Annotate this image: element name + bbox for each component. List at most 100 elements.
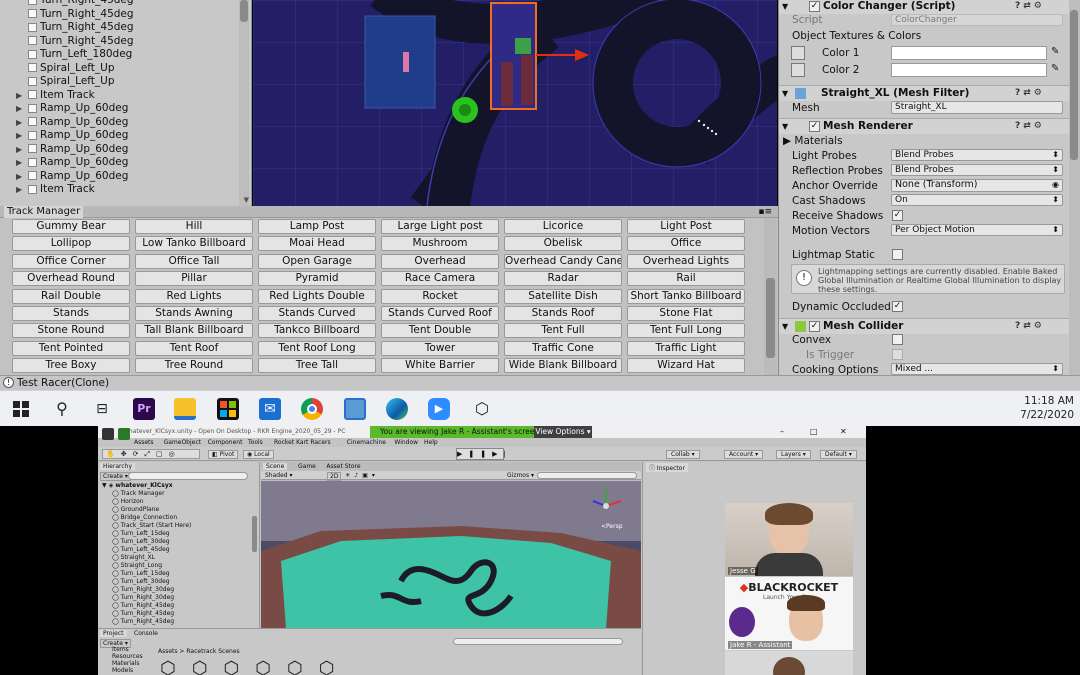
track-piece-button[interactable]: Moai Head (258, 236, 376, 252)
convex-checkbox[interactable] (892, 334, 903, 345)
shared-hierarchy-item[interactable]: ◯ GroundPlane (112, 506, 159, 513)
hierarchy-item[interactable]: ▶ Ramp_Up_60deg (0, 102, 240, 116)
shared-hierarchy-scroll-thumb[interactable] (252, 516, 257, 552)
hierarchy-item[interactable]: Turn_Left_180deg (0, 48, 240, 62)
scene-tab[interactable]: Asset Store (323, 463, 363, 470)
hierarchy-item[interactable]: Spiral_Left_Up (0, 62, 240, 76)
tab-track-manager[interactable]: Track Manager (4, 206, 84, 218)
shared-hierarchy-item[interactable]: ◯ Track_Start (Start Here) (112, 522, 191, 529)
track-piece-button[interactable]: Stands Curved (258, 306, 376, 321)
system-clock[interactable]: 11:18 AM 7/22/2020 (1020, 394, 1074, 422)
collab-dropdown[interactable]: Collab ▾ (666, 450, 700, 459)
component-settings-icon[interactable]: ?⇄⚙ (1015, 86, 1055, 98)
track-piece-button[interactable]: Race Camera (381, 271, 499, 287)
scene-search-input[interactable] (537, 472, 637, 479)
shared-hierarchy-item[interactable]: ◯ Track Manager (112, 490, 165, 497)
component-settings-icon[interactable]: ?⇄⚙ (1015, 0, 1055, 11)
track-piece-button[interactable]: Tent Double (381, 323, 499, 339)
track-piece-button[interactable]: Traffic Cone (504, 340, 622, 356)
minimize-icon[interactable]: – (780, 427, 784, 436)
view-options-button[interactable]: View Options ▾ (534, 426, 592, 438)
shading-mode-dropdown[interactable]: Shaded ▾ (265, 472, 293, 479)
shared-hierarchy-item[interactable]: ◯ Turn_Left_30deg (112, 578, 170, 585)
transform-gizmo-green[interactable] (515, 38, 531, 54)
shared-scene-view[interactable]: Scene Game Asset Store Shaded ▾ 2D ☀♪▣▾ Gi… (261, 462, 641, 628)
track-piece-button[interactable]: Rail Double (12, 288, 130, 304)
track-piece-button[interactable]: Overhead Round (12, 271, 130, 287)
pillar-object[interactable] (364, 15, 436, 109)
shared-hierarchy-item[interactable]: ◯ Bridge_Connection (112, 514, 177, 521)
shared-hierarchy-item[interactable]: ◯ Turn_Right_45deg (112, 618, 174, 625)
color1-field[interactable] (891, 46, 1047, 60)
lightmap-static-checkbox[interactable] (892, 249, 903, 260)
track-piece-button[interactable]: Overhead Candy Cane (504, 253, 622, 269)
project-search-input[interactable] (453, 638, 623, 645)
track-piece-button[interactable]: Short Tanko Billboard (627, 288, 745, 304)
track-piece-button[interactable]: Tankco Billboard (258, 323, 376, 339)
track-piece-button[interactable]: Red Lights Double (258, 288, 376, 304)
track-piece-button[interactable]: Overhead (381, 253, 499, 269)
track-piece-button[interactable]: Stands Roof (504, 306, 622, 321)
foldout-arrow-icon[interactable]: ▼ (782, 0, 788, 14)
component-header-mesh-renderer[interactable]: ▼ ✓ Mesh Renderer ?⇄⚙ (779, 118, 1069, 134)
color2-swatch[interactable] (791, 63, 805, 77)
track-piece-button[interactable]: Open Garage (258, 253, 376, 269)
layers-dropdown[interactable]: Layers ▾ (776, 450, 811, 459)
menu-item[interactable]: Help (424, 439, 438, 446)
2d-toggle[interactable]: 2D (327, 472, 342, 481)
light-probes-dropdown[interactable]: Blend Probes ⬍ (891, 149, 1063, 161)
track-piece-button[interactable]: Tree Round (135, 358, 253, 374)
shared-hierarchy-item[interactable]: ◯ Turn_Left_30deg (112, 538, 170, 545)
photos-icon[interactable] (344, 398, 366, 420)
reflection-probes-dropdown[interactable]: Blend Probes ⬍ (891, 164, 1063, 176)
track-piece-button[interactable]: Pyramid (258, 271, 376, 287)
hierarchy-item[interactable]: ▶ Ramp_Up_60deg (0, 116, 240, 130)
track-piece-button[interactable]: Light Post (627, 219, 745, 234)
zoom-icon[interactable]: ▶ (428, 398, 450, 420)
track-piece-button[interactable]: Tree Tall (258, 358, 376, 374)
track-piece-button[interactable]: Large Light post (381, 219, 499, 234)
track-piece-button[interactable]: Tent Pointed (12, 340, 130, 356)
expand-arrow-icon[interactable]: ▶ (16, 116, 22, 130)
search-icon[interactable]: ⚲ (51, 398, 73, 420)
track-piece-button[interactable]: Hill (135, 219, 253, 234)
transform-tools[interactable]: ✋✥⟳⤢▢◎ (102, 449, 200, 459)
track-piece-button[interactable]: Low Tanko Billboard (135, 236, 253, 252)
track-piece-button[interactable]: Stone Flat (627, 306, 745, 321)
scene-view[interactable] (253, 0, 777, 206)
dynamic-occluded-checkbox[interactable]: ✓ (892, 301, 903, 312)
close-icon[interactable]: ✕ (840, 427, 847, 436)
expand-arrow-icon[interactable]: ▶ (16, 89, 22, 103)
pivot-toggle[interactable]: ◧ Pivot (208, 450, 239, 459)
scene-view-toggles[interactable]: ☀♪▣▾ (345, 472, 379, 479)
scene-tab[interactable]: Game (295, 463, 319, 470)
track-piece-button[interactable]: Tent Full Long (627, 323, 745, 339)
foldout-arrow-icon[interactable]: ▼ (782, 319, 788, 334)
panel-menu-icon[interactable]: ▪≡ (758, 206, 772, 218)
participant-video-jake[interactable]: ◆BLACKROCKET Launch Your C... Jake R - A… (725, 577, 853, 650)
foldout-arrow-icon[interactable]: ▼ (782, 119, 788, 134)
store-icon[interactable] (217, 398, 239, 420)
component-header-mesh-collider[interactable]: ▼ ✓ Mesh Collider ?⇄⚙ (779, 318, 1069, 334)
hierarchy-item[interactable]: ▶ Ramp_Up_60deg (0, 143, 240, 157)
shared-hierarchy-item[interactable]: ◯ Turn_Right_30deg (112, 586, 174, 593)
track-piece-button[interactable]: Radar (504, 271, 622, 287)
account-dropdown[interactable]: Account ▾ (724, 450, 764, 459)
hierarchy-search-input[interactable] (128, 472, 248, 480)
track-piece-button[interactable]: Pillar (135, 271, 253, 287)
layout-dropdown[interactable]: Default ▾ (820, 450, 857, 459)
file-explorer-icon[interactable] (174, 398, 196, 420)
tab-inspector[interactable]: ⓘ Inspector (646, 463, 688, 472)
scene-root[interactable]: ▼ ◈ whatever_KlCsyx (102, 482, 173, 489)
chrome-icon[interactable] (301, 398, 323, 420)
component-header-color-changer[interactable]: ▼ ✓ Color Changer (Script) ?⇄⚙ (779, 0, 1069, 14)
motion-vectors-dropdown[interactable]: Per Object Motion ⬍ (891, 224, 1063, 236)
track-piece-button[interactable]: Stands Awning (135, 306, 253, 321)
cast-shadows-dropdown[interactable]: On ⬍ (891, 194, 1063, 206)
maximize-icon[interactable]: □ (810, 427, 818, 436)
track-piece-button[interactable]: Red Lights (135, 288, 253, 304)
windows-start-icon[interactable] (10, 398, 32, 420)
hierarchy-item[interactable]: ▶ Ramp_Up_60deg (0, 170, 240, 184)
scene-canvas[interactable] (253, 0, 777, 206)
hierarchy-item[interactable]: Spiral_Left_Up (0, 75, 240, 89)
